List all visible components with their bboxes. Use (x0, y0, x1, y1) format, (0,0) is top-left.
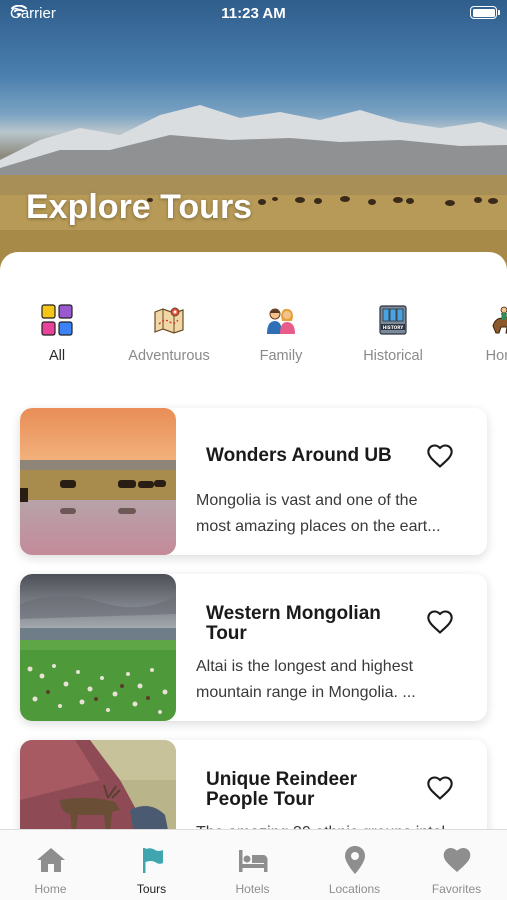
tour-list[interactable]: Wonders Around UB Mongolia is vast and o… (0, 404, 507, 829)
tour-description-line: Mongolia is vast and one of the (196, 492, 418, 509)
tab-favorites[interactable]: Favorites (406, 830, 507, 900)
svg-text:HISTORY: HISTORY (383, 325, 404, 330)
tab-locations[interactable]: Locations (304, 830, 405, 900)
status-time: 11:23 AM (221, 5, 286, 22)
tour-description-line: The amazing 30 ethnic groups intal (196, 820, 466, 829)
category-tab-historical[interactable]: HISTORY Historical (337, 302, 449, 388)
tour-title[interactable]: Wonders Around UB (206, 446, 416, 466)
tab-tours[interactable]: Tours (101, 830, 202, 900)
tour-image-reindeer-tent (20, 740, 176, 829)
tour-description: Mongolia is vast and one of the most ama… (196, 488, 466, 540)
family-icon (267, 308, 295, 334)
content-sheet: All Adventurous Family HISTORY Historica… (0, 252, 507, 900)
bed-icon (238, 850, 267, 872)
category-label: Horse (485, 348, 507, 364)
history-building-icon: HISTORY (379, 305, 407, 335)
tab-label: Locations (328, 882, 381, 896)
tour-description: Altai is the longest and highest mountai… (196, 654, 466, 706)
category-tab-adventurous[interactable]: Adventurous (113, 302, 225, 388)
map-pin-icon (344, 846, 365, 874)
tour-description-line: Altai is the longest and highest (196, 658, 414, 675)
tour-card[interactable]: Unique Reindeer People Tour The amazing … (20, 740, 487, 829)
tour-thumbnail (20, 740, 176, 829)
tour-card[interactable]: Wonders Around UB Mongolia is vast and o… (20, 408, 487, 555)
category-tabs[interactable]: All Adventurous Family HISTORY Historica… (0, 302, 507, 388)
tour-image-altai-herd (20, 574, 176, 721)
tab-label: Tours (136, 882, 167, 896)
grid-icon (41, 304, 73, 336)
category-tab-family[interactable]: Family (225, 302, 337, 388)
category-label: All (48, 348, 66, 364)
category-label: Adventurous (128, 348, 210, 364)
tour-thumbnail (20, 574, 176, 721)
tab-label: Hotels (235, 882, 270, 896)
tour-title-line: People Tour (206, 789, 315, 810)
horse-rider-icon (492, 306, 507, 334)
heart-icon (443, 848, 470, 872)
tour-description-line: mountain range in Mongolia. ... (196, 684, 416, 701)
tour-image-sunset-horses (20, 408, 176, 555)
category-tab-all[interactable]: All (1, 302, 113, 388)
tour-title[interactable]: Unique Reindeer People Tour (206, 770, 416, 810)
status-bar: Carrier 11:23 AM (0, 0, 507, 28)
tour-title-line: Unique Reindeer (206, 769, 357, 790)
favorite-heart-icon[interactable] (426, 442, 454, 470)
tab-label: Home (34, 882, 67, 896)
tour-description: The amazing 30 ethnic groups intal (196, 820, 466, 829)
battery-icon (470, 6, 500, 19)
favorite-heart-icon[interactable] (426, 608, 454, 636)
page-title: Explore Tours (26, 188, 253, 226)
category-tab-horse[interactable]: Horse (449, 302, 507, 388)
tab-home[interactable]: Home (0, 830, 101, 900)
tour-title-line: Tour (206, 623, 247, 644)
favorite-heart-icon[interactable] (426, 774, 454, 802)
tour-card[interactable]: Western Mongolian Tour Altai is the long… (20, 574, 487, 721)
home-icon (36, 848, 65, 872)
tab-hotels[interactable]: Hotels (202, 830, 303, 900)
tab-label: Favorites (431, 882, 482, 896)
category-label: Family (259, 348, 303, 364)
category-label: Historical (363, 348, 423, 364)
treasure-map-icon (154, 307, 184, 334)
tour-title[interactable]: Western Mongolian Tour (206, 604, 416, 644)
flag-icon (142, 848, 163, 873)
tour-title-line: Western Mongolian (206, 603, 381, 624)
tour-thumbnail (20, 408, 176, 555)
tour-description-line: most amazing places on the eart... (196, 518, 441, 535)
bottom-tab-bar: Home Tours Hotels Locations Favorites (0, 829, 507, 900)
